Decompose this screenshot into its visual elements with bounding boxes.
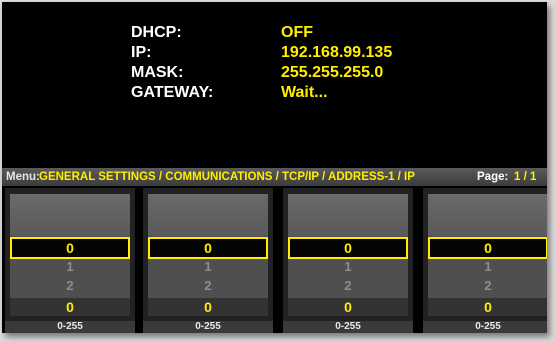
octet-option[interactable]: 1 <box>428 259 547 274</box>
page-label: Page: <box>477 171 509 183</box>
octet-option[interactable]: 2 <box>428 278 547 293</box>
menu-label: Menu: <box>6 171 40 183</box>
octet-option[interactable]: 1 <box>148 259 268 274</box>
octet-wheel-3[interactable]: 0 1 2 <box>288 194 408 298</box>
octet-current-value: 0 <box>148 298 268 316</box>
octet-current-value: 0 <box>428 298 547 316</box>
octet-wheel-2[interactable]: 0 1 2 <box>148 194 268 298</box>
octet-range-label: 0-255 <box>5 321 135 333</box>
column-divider <box>138 188 141 333</box>
octet-wheel-4[interactable]: 0 1 2 <box>428 194 547 298</box>
mask-value: 255.255.255.0 <box>281 64 384 81</box>
gateway-label: GATEWAY: <box>131 84 214 101</box>
mask-row: MASK: 255.255.255.0 <box>2 64 547 84</box>
gateway-row: GATEWAY: Wait... <box>2 84 547 104</box>
ip-row: IP: 192.168.99.135 <box>2 44 547 64</box>
octet-selected-value[interactable]: 0 <box>148 237 268 259</box>
octet-selected-value[interactable]: 0 <box>288 237 408 259</box>
octet-range-label: 0-255 <box>143 321 273 333</box>
ip-value: 192.168.99.135 <box>281 44 393 61</box>
menu-path: GENERAL SETTINGS / COMMUNICATIONS / TCP/… <box>39 171 415 183</box>
menu-breadcrumb-bar: Menu: GENERAL SETTINGS / COMMUNICATIONS … <box>2 168 547 186</box>
dhcp-label: DHCP: <box>131 24 182 41</box>
octet-range-label: 0-255 <box>423 321 547 333</box>
octet-option[interactable]: 2 <box>288 278 408 293</box>
octet-column-2: 0 1 2 0 0-255 <box>143 188 273 333</box>
octet-column-3: 0 1 2 0 0-255 <box>283 188 413 333</box>
dhcp-value: OFF <box>281 24 313 41</box>
octet-option[interactable]: 1 <box>10 259 130 274</box>
page-indicator: 1 / 1 <box>514 171 537 183</box>
octet-column-1: 0 1 2 0 0-255 <box>5 188 135 333</box>
octet-column-4: 0 1 2 0 0-255 <box>423 188 547 333</box>
octet-option[interactable]: 1 <box>288 259 408 274</box>
column-divider <box>278 188 281 333</box>
octet-wheel-1[interactable]: 0 1 2 <box>10 194 130 298</box>
ip-label: IP: <box>131 44 152 61</box>
octet-current-value: 0 <box>288 298 408 316</box>
dhcp-row: DHCP: OFF <box>2 24 547 44</box>
octet-selected-value[interactable]: 0 <box>10 237 130 259</box>
device-screen: DHCP: OFF IP: 192.168.99.135 MASK: 255.2… <box>2 2 547 333</box>
octet-option[interactable]: 2 <box>10 278 130 293</box>
gateway-value: Wait... <box>281 84 328 101</box>
octet-range-label: 0-255 <box>283 321 413 333</box>
mask-label: MASK: <box>131 64 184 81</box>
octet-selected-value[interactable]: 0 <box>428 237 547 259</box>
octet-current-value: 0 <box>10 298 130 316</box>
octet-selectors: 0 1 2 0 0-255 0 1 2 0 0-255 0 1 2 0 0-25… <box>2 188 547 333</box>
column-divider <box>418 188 421 333</box>
octet-option[interactable]: 2 <box>148 278 268 293</box>
